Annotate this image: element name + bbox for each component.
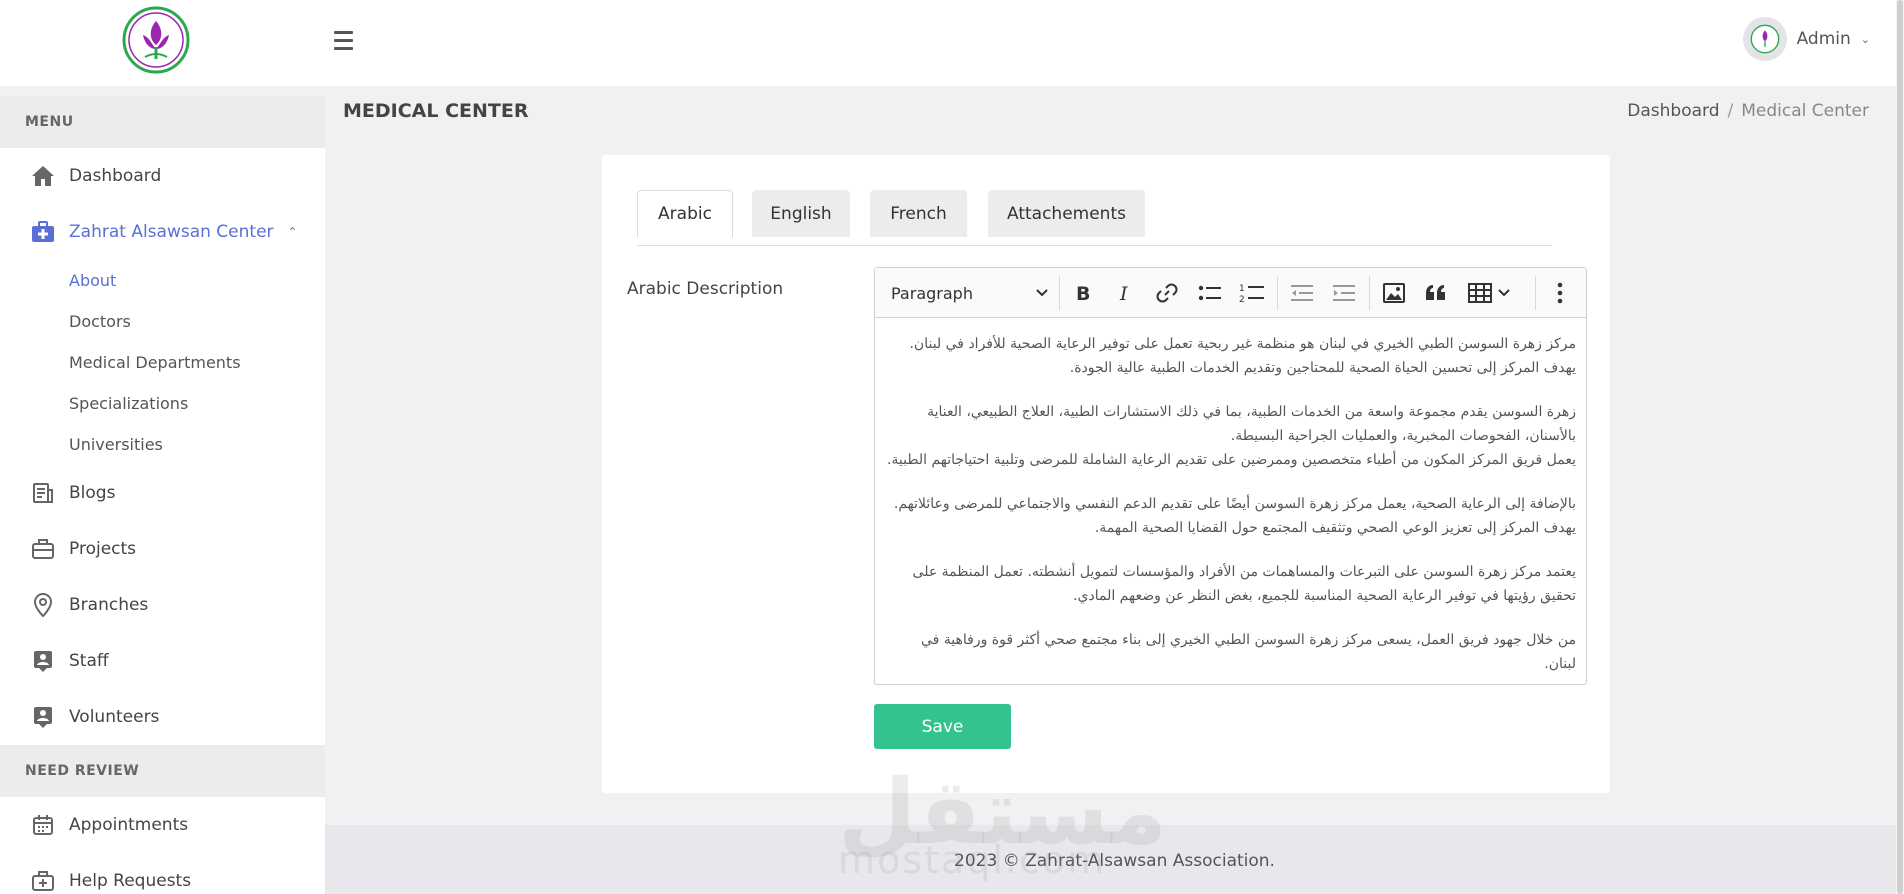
sidebar-item-label: Volunteers [69,707,160,727]
svg-text:1: 1 [1239,284,1245,294]
tab-french[interactable]: French [870,190,967,237]
sidebar-item-staff[interactable]: Staff [0,633,325,689]
content-paragraph: مركز زهرة السوسن الطبي الخيري في لبنان ه… [909,336,1576,376]
sidebar-item-branches[interactable]: Branches [0,577,325,633]
sidebar-subitem-doctors[interactable]: Doctors [0,301,325,342]
editor-content[interactable]: مركز زهرة السوسن الطبي الخيري في لبنان ه… [875,318,1586,686]
sidebar-item-label: Staff [69,651,109,671]
chevron-down-icon [1036,289,1048,297]
sidebar-item-label: Dashboard [69,166,162,186]
sidebar-item-projects[interactable]: Projects [0,521,325,577]
first-aid-icon [30,868,56,894]
sidebar-subitem-universities[interactable]: Universities [0,424,325,465]
medical-kit-icon [30,219,56,245]
briefcase-icon [30,536,56,562]
editor-toolbar: Paragraph B I 12 [875,268,1586,318]
sidebar-item-appointments[interactable]: Appointments [0,797,325,853]
sidebar-subitem-medical-departments[interactable]: Medical Departments [0,342,325,383]
more-options-icon[interactable] [1543,275,1577,311]
paragraph-style-select[interactable]: Paragraph [885,275,1055,311]
tab-attachements[interactable]: Attachements [988,190,1145,237]
breadcrumb-current: Medical Center [1741,101,1869,121]
paragraph-style-value: Paragraph [891,283,973,303]
user-menu[interactable]: Admin ⌄ [1742,17,1870,61]
language-tabs: Arabic English French Attachements [637,190,1552,246]
sidebar-item-label: Blogs [69,483,116,503]
calendar-icon [30,812,56,838]
outdent-icon[interactable] [1285,275,1319,311]
tab-english[interactable]: English [752,190,850,237]
content-paragraph: زهرة السوسن يقدم مجموعة واسعة من الخدمات… [927,404,1576,444]
content-paragraph: من خلال جهود فريق العمل، يسعى مركز زهرة … [920,632,1576,672]
association-logo[interactable] [121,5,191,75]
page-title: MEDICAL CENTER [343,100,529,122]
sidebar-item-label: Branches [69,595,149,615]
svg-text:B: B [1076,283,1090,303]
sidebar-item-label: Projects [69,539,137,559]
numbered-list-icon[interactable]: 12 [1235,275,1269,311]
link-icon[interactable] [1151,275,1183,311]
bulleted-list-icon[interactable] [1193,275,1227,311]
location-pin-icon [30,592,56,618]
watermark-sub: mostaql.com [838,838,1107,882]
tab-arabic[interactable]: Arabic [637,190,733,238]
chevron-down-icon: ⌄ [1860,32,1870,46]
scrollbar[interactable] [1896,0,1904,894]
sidebar: MENU Dashboard Zahrat Alsawsan Center ⌃ … [0,96,325,894]
blog-icon [30,480,56,506]
breadcrumb-separator: / [1727,101,1734,121]
indent-icon[interactable] [1327,275,1361,311]
sidebar-item-label: Appointments [69,815,189,835]
menu-section-header: MENU [0,96,325,148]
blockquote-icon[interactable] [1419,275,1453,311]
menu-toggle-icon[interactable] [334,28,356,52]
bold-icon[interactable]: B [1067,275,1099,311]
content-paragraph: بالإضافة إلى الرعاية الصحية، يعمل مركز ز… [893,496,1576,536]
volunteer-icon [30,704,56,730]
sidebar-item-blogs[interactable]: Blogs [0,465,325,521]
breadcrumb: Dashboard / Medical Center [1627,101,1869,121]
sidebar-item-zahrat-alsawsan-center[interactable]: Zahrat Alsawsan Center ⌃ [0,204,325,260]
svg-text:I: I [1119,283,1128,303]
home-icon [30,163,56,189]
need-review-section-header: NEED REVIEW [0,745,325,797]
svg-text:2: 2 [1239,295,1245,304]
sidebar-item-label: Help Requests [69,871,192,891]
avatar [1742,17,1787,61]
rich-text-editor: Paragraph B I 12 مركز زهرة السوسن الطبي … [874,267,1587,685]
insert-table-icon[interactable] [1461,275,1517,311]
save-button[interactable]: Save [874,704,1011,749]
top-bar: Admin ⌄ [0,0,1904,86]
arabic-description-label: Arabic Description [627,279,784,299]
insert-image-icon[interactable] [1377,275,1411,311]
content-paragraph: يعمل فريق المركز المكون من أطباء متخصصين… [886,452,1576,468]
chevron-up-icon: ⌃ [287,225,298,239]
scrollbar-thumb[interactable] [1897,0,1903,894]
sidebar-subitem-about[interactable]: About [0,260,325,301]
staff-icon [30,648,56,674]
sidebar-item-label: Zahrat Alsawsan Center [69,222,274,242]
breadcrumb-dashboard-link[interactable]: Dashboard [1627,101,1719,121]
content-paragraph: يعتمد مركز زهرة السوسن على التبرعات والم… [912,564,1576,604]
sidebar-item-dashboard[interactable]: Dashboard [0,148,325,204]
italic-icon[interactable]: I [1109,275,1141,311]
sidebar-item-volunteers[interactable]: Volunteers [0,689,325,745]
sidebar-subitem-specializations[interactable]: Specializations [0,383,325,424]
content-card: Arabic English French Attachements Arabi… [602,155,1610,793]
user-name: Admin [1796,29,1851,49]
sidebar-item-help-requests[interactable]: Help Requests [0,853,325,894]
